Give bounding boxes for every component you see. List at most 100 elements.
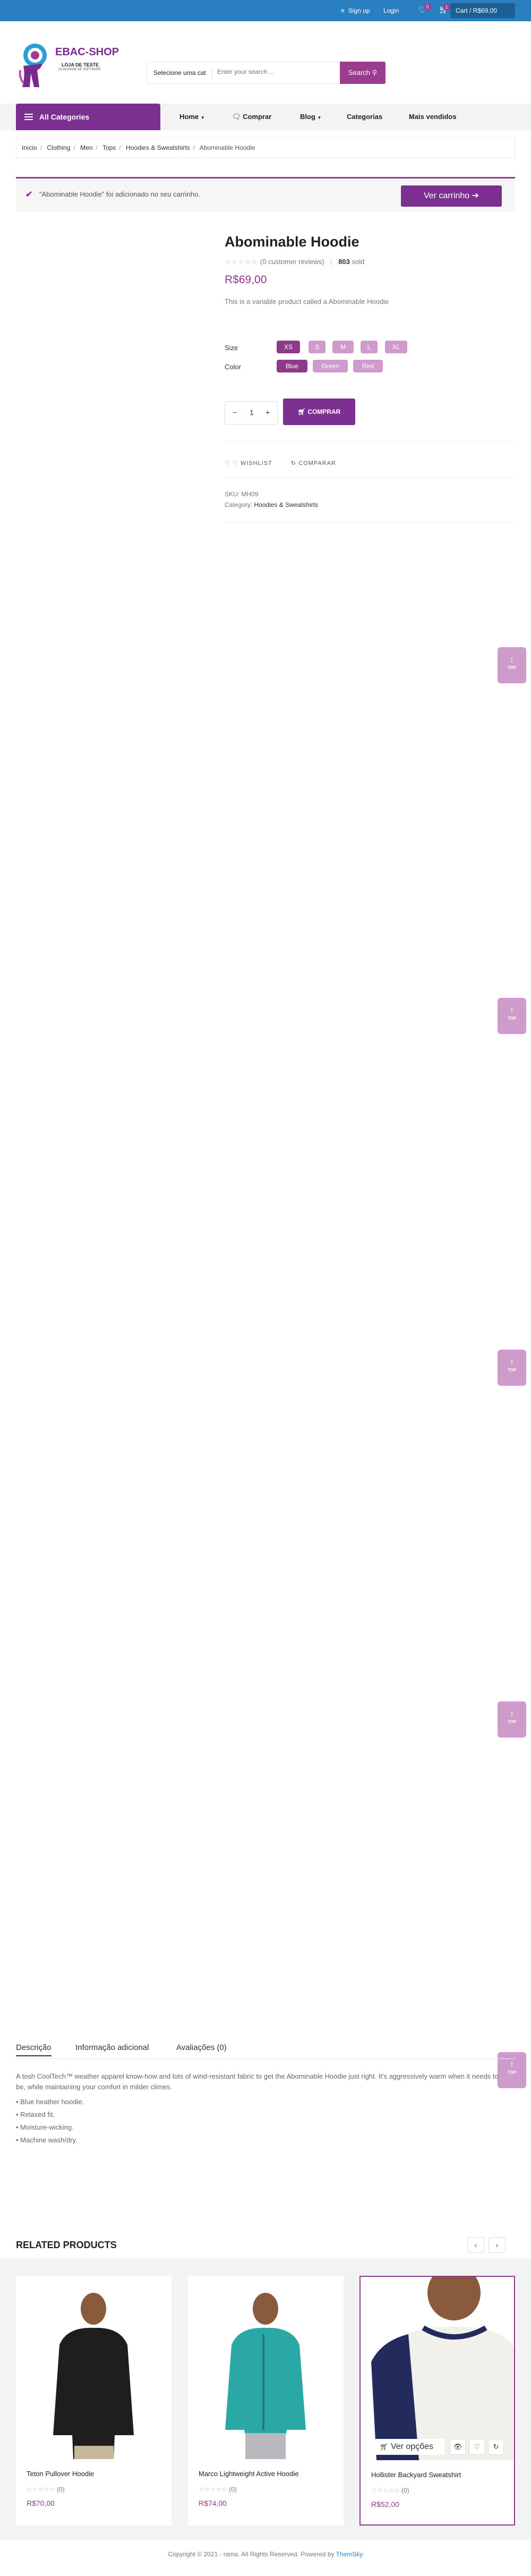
quantity-increase-button[interactable]: + <box>266 408 270 417</box>
category-link[interactable]: Hoodies & Sweatshirts <box>254 501 318 509</box>
product-card[interactable]: Teton Pullover Hoodie ☆☆☆☆☆ (0) R$70,00 <box>16 2276 172 2526</box>
product-card-price: R$52,00 <box>371 2500 399 2509</box>
search-category-select[interactable]: Selecione uma cat <box>153 67 212 79</box>
search-input[interactable] <box>217 68 323 75</box>
nav-item-categorias[interactable]: Categorias <box>347 113 382 121</box>
product-image[interactable] <box>361 2277 514 2460</box>
arrow-right-icon: ➔ <box>472 191 479 200</box>
quantity-stepper: − 1 + <box>225 401 278 425</box>
search-button[interactable]: Search ⚲ <box>340 62 386 84</box>
related-products-title: RELATED PRODUCTS <box>16 2240 117 2250</box>
footer: Copyright © 2021 - rama. All Rights Rese… <box>0 2550 531 2558</box>
cart-icon: 🛒︎ <box>380 2443 389 2451</box>
add-to-compare-button[interactable]: ↻ <box>488 2439 504 2455</box>
cart-count-badge: 1 <box>443 3 450 11</box>
tab-description-text: A tosh CoolTech™ weather apparel know-ho… <box>16 2072 499 2091</box>
wishlist-button[interactable]: ♡ ♡ WISHLIST <box>225 460 272 467</box>
logo-tagline: LOJA DE TESTE <box>62 62 99 67</box>
signup-link[interactable]: Sign up <box>340 7 370 14</box>
product-sku: SKU: MH09 <box>225 490 259 498</box>
quantity-input[interactable]: 1 <box>250 408 254 417</box>
nav-item-home[interactable]: Home ▼ <box>179 113 205 121</box>
main-nav: All Categories Home ▼ 🗨︎ Comprar Blog ▼ … <box>0 104 531 130</box>
chat-icon: 🗨︎ <box>232 113 241 121</box>
color-option-blue[interactable]: Blue <box>277 360 307 372</box>
cart-total-button[interactable]: Cart / R$69,00 <box>450 3 515 18</box>
hamburger-icon <box>24 114 33 120</box>
size-option-l[interactable]: L <box>361 341 378 353</box>
buy-button[interactable]: 🛒︎ COMPRAR <box>283 399 355 425</box>
sold-label: sold <box>352 258 365 266</box>
nav-item-mais-vendidos[interactable]: Mais vendidos <box>409 113 457 121</box>
arrow-up-icon: ↑ <box>509 1005 515 1015</box>
rating-stars-icon: ☆☆☆☆☆ <box>371 2487 400 2494</box>
all-categories-label: All Categories <box>39 113 90 121</box>
header: EBAC-SHOP LOJA DE TESTE QUALIDADE DE SOF… <box>0 21 531 104</box>
size-option-xs[interactable]: XS <box>277 341 300 353</box>
color-label: Color <box>225 363 242 371</box>
carousel-next-button[interactable]: › <box>489 2237 506 2253</box>
quick-view-button[interactable]: 👁︎ <box>450 2439 466 2455</box>
carousel-prev-button[interactable]: ‹ <box>467 2237 484 2253</box>
product-card[interactable]: Marco Lightweight Active Hoodie ☆☆☆☆☆ (0… <box>188 2276 344 2526</box>
product-image[interactable] <box>16 2276 172 2459</box>
search-bar: Selecione uma cat Search ⚲ <box>147 62 386 84</box>
quantity-decrease-button[interactable]: − <box>233 408 237 417</box>
size-option-m[interactable]: M <box>332 341 354 353</box>
top-bar: Sign up Login ♡ 0 🛒︎ 1 Cart / R$69,00 <box>0 0 531 21</box>
breadcrumb-item[interactable]: Tops <box>102 144 116 151</box>
breadcrumb-item[interactable]: Hoodies & Sweatshirts <box>126 144 190 151</box>
product-category: Category: Hoodies & Sweatshirts <box>225 501 319 509</box>
search-icon: ⚲ <box>372 69 378 77</box>
reviews-link[interactable]: (0 customer reviews) <box>260 258 324 266</box>
back-to-top-button[interactable]: ↑TOP <box>498 647 526 683</box>
breadcrumb-item[interactable]: Men <box>80 144 92 151</box>
heart-icon: ♡ ♡ <box>225 460 238 467</box>
product-summary: Abominable Hoodie ☆☆☆☆☆ (0 customer revi… <box>225 234 515 523</box>
list-item: • Machine wash/dry. <box>16 2136 78 2144</box>
product-rating: ☆☆☆☆☆ (0 customer reviews) | 803 sold <box>225 258 365 266</box>
refresh-icon: ↻ <box>493 2443 499 2451</box>
arrow-up-icon: ↑ <box>509 1708 515 1719</box>
color-option-green[interactable]: Green <box>313 360 348 372</box>
product-card-rating: ☆☆☆☆☆ (0) <box>27 2486 65 2493</box>
back-to-top-button[interactable]: ↑TOP <box>498 1350 526 1386</box>
product-card-price: R$74,00 <box>199 2499 227 2507</box>
logo-brand: EBAC-SHOP <box>55 46 119 58</box>
tab-descricao[interactable]: Descrição <box>16 2043 52 2056</box>
site-logo[interactable]: EBAC-SHOP LOJA DE TESTE QUALIDADE DE SOF… <box>16 38 122 91</box>
chevron-left-icon: ‹ <box>474 2241 477 2249</box>
size-option-s[interactable]: S <box>309 341 326 353</box>
all-categories-button[interactable]: All Categories <box>16 104 160 130</box>
size-option-xl[interactable]: XL <box>385 341 407 353</box>
back-to-top-button[interactable]: ↑TOP <box>498 1701 526 1738</box>
size-label: Size <box>225 344 238 352</box>
search-button-label: Search <box>348 69 371 77</box>
footer-link[interactable]: ThemSky <box>336 2550 363 2558</box>
tab-informacao-adicional[interactable]: Informação adicional <box>75 2043 149 2052</box>
arrow-up-icon: ↑ <box>509 1357 515 1367</box>
view-cart-button[interactable]: Ver carrinho ➔ <box>401 185 502 207</box>
view-cart-label: Ver carrinho <box>423 191 470 200</box>
product-image[interactable] <box>188 2276 344 2459</box>
sold-count: 803 <box>338 258 350 266</box>
back-to-top-button[interactable]: ↑TOP <box>498 998 526 1034</box>
product-card[interactable]: 🛒︎ Ver opções 👁︎ ♡ ↻ Hollister Backyard … <box>359 2276 515 2526</box>
nav-item-comprar[interactable]: 🗨︎ Comprar <box>232 113 271 121</box>
view-options-button[interactable]: 🛒︎ Ver opções <box>375 2439 444 2455</box>
add-to-wishlist-button[interactable]: ♡ <box>469 2439 485 2455</box>
login-link[interactable]: Login <box>383 7 399 14</box>
breadcrumb-item[interactable]: Clothing <box>47 144 70 151</box>
compare-button[interactable]: ↻ COMPARAR <box>291 460 336 467</box>
tab-avaliacoes[interactable]: Avaliações (0) <box>176 2043 227 2052</box>
nav-item-blog[interactable]: Blog ▼ <box>300 113 321 121</box>
color-option-red[interactable]: Red <box>353 360 383 372</box>
product-price: R$69,00 <box>225 274 267 286</box>
breadcrumb-item[interactable]: Início <box>22 144 37 151</box>
product-card-name[interactable]: Teton Pullover Hoodie <box>27 2470 94 2478</box>
list-item: • Moisture-wicking. <box>16 2123 74 2131</box>
product-card-name[interactable]: Hollister Backyard Sweatshirt <box>371 2471 461 2479</box>
product-card-rating: ☆☆☆☆☆ (0) <box>199 2486 237 2493</box>
check-icon: ✔ <box>25 190 33 199</box>
product-card-name[interactable]: Marco Lightweight Active Hoodie <box>199 2470 299 2478</box>
